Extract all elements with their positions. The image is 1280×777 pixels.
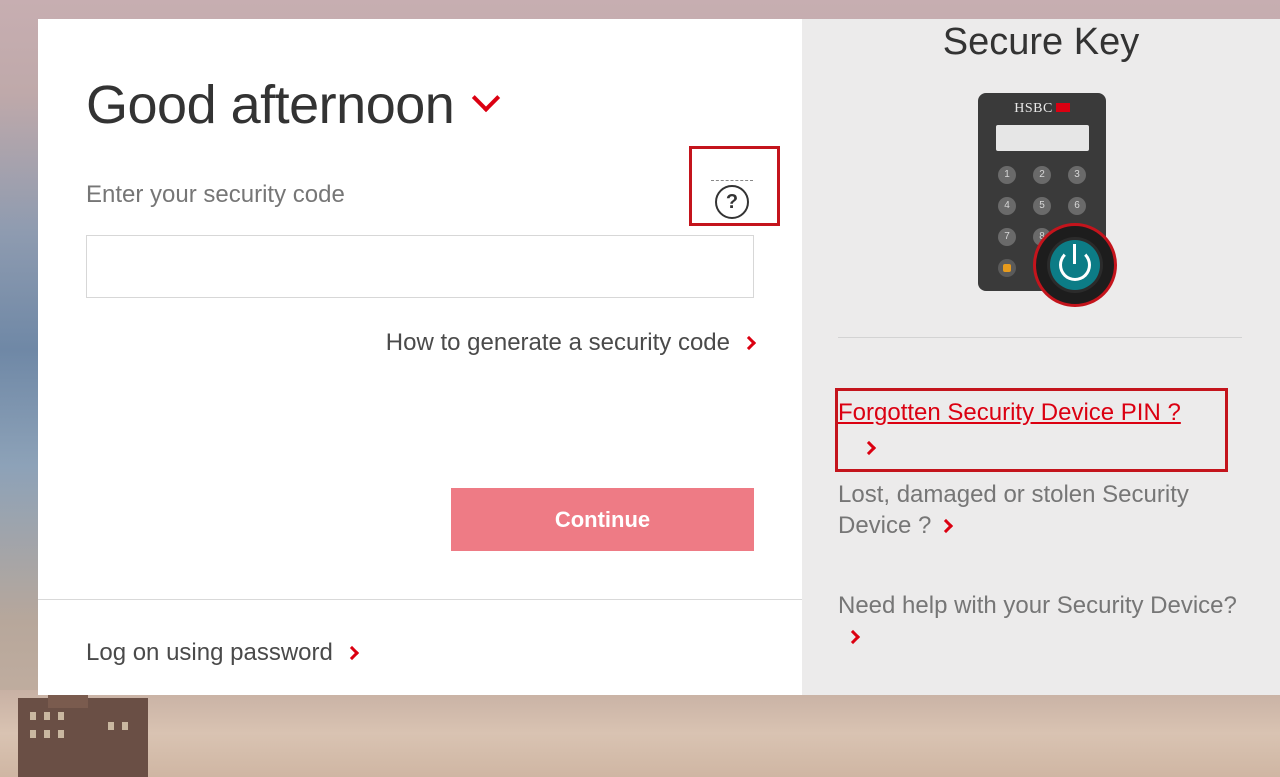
- logon-using-password-link[interactable]: Log on using password: [86, 639, 359, 667]
- chevron-down-icon[interactable]: [472, 83, 501, 113]
- secure-key-title: Secure Key: [942, 21, 1140, 63]
- how-to-generate-label: How to generate a security code: [385, 329, 730, 356]
- device-key-orange: [998, 259, 1016, 277]
- device-key: 4: [998, 197, 1016, 215]
- chevron-right-icon: [741, 335, 757, 351]
- power-button-highlight: [1033, 223, 1117, 307]
- greeting-text: Good afternoon: [86, 75, 455, 135]
- hsbc-hexagon-icon: [1055, 103, 1070, 112]
- device-key: 1: [998, 166, 1016, 184]
- device-key: 6: [1068, 197, 1086, 215]
- device-brand: HSBC: [1014, 101, 1053, 116]
- security-code-label: Enter your security code: [86, 181, 345, 208]
- logon-using-password-label: Log on using password: [86, 639, 333, 666]
- divider: [838, 337, 1242, 338]
- device-key: 5: [1033, 197, 1051, 215]
- security-code-input[interactable]: [86, 235, 754, 298]
- background-building: [18, 688, 148, 777]
- forgotten-pin-link[interactable]: Forgotten Security Device PIN ?: [838, 399, 1181, 427]
- device-key: 2: [1033, 166, 1051, 184]
- power-icon: [1050, 240, 1100, 290]
- greeting-heading[interactable]: Good afternoon: [86, 74, 501, 136]
- divider: [38, 599, 802, 600]
- chevron-right-icon: [939, 518, 954, 534]
- device-key: 7: [998, 228, 1016, 246]
- secure-key-panel: Secure Key HSBC 1 2 3 4 5 6 7 8 Forgotte…: [802, 19, 1280, 695]
- hsbc-logo: HSBC: [978, 101, 1106, 117]
- device-screen: [996, 125, 1089, 151]
- need-help-link[interactable]: Need help with your Security Device?: [838, 590, 1238, 652]
- lost-device-link[interactable]: Lost, damaged or stolen Security Device …: [838, 479, 1238, 541]
- continue-button[interactable]: Continue: [451, 488, 754, 551]
- chevron-right-icon: [344, 645, 359, 661]
- logon-panel: Good afternoon Enter your security code …: [38, 19, 802, 695]
- need-help-label: Need help with your Security Device?: [838, 592, 1237, 619]
- device-key: 3: [1068, 166, 1086, 184]
- question-mark-icon[interactable]: ?: [711, 180, 753, 219]
- lost-device-label: Lost, damaged or stolen Security Device …: [838, 481, 1189, 539]
- chevron-right-icon: [845, 629, 861, 645]
- background-clouds: [0, 690, 1280, 777]
- how-to-generate-link[interactable]: How to generate a security code: [385, 329, 757, 357]
